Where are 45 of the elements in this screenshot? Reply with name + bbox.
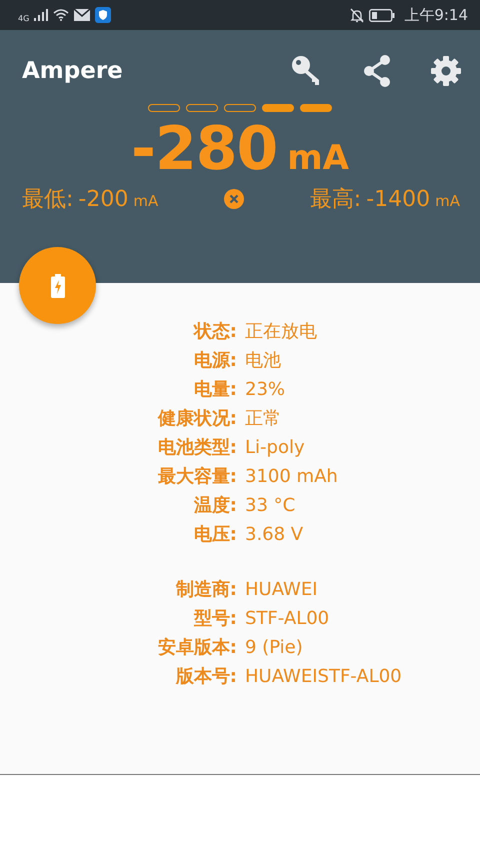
info-label: 健康状况: (156, 407, 237, 431)
info-value: 正常 (245, 407, 282, 431)
info-value: 9 (Pie) (245, 636, 304, 660)
info-value: Li-poly (245, 436, 306, 460)
shield-icon (95, 7, 112, 23)
info-value: STF-AL00 (245, 607, 330, 631)
info-label: 型号: (192, 607, 237, 631)
info-label: 安卓版本: (156, 636, 237, 660)
info-value: 23% (245, 378, 286, 402)
info-label: 电量: (192, 378, 237, 402)
max-unit: mA (435, 192, 460, 210)
bell-off-icon (350, 8, 364, 22)
settings-icon[interactable] (430, 55, 462, 87)
reset-icon[interactable] (223, 188, 245, 210)
info-label: 电源: (192, 349, 237, 373)
min-label: 最低: (22, 186, 74, 214)
min-value: -200 (78, 187, 128, 212)
min-unit: mA (133, 192, 158, 210)
info-label: 制造商: (174, 578, 237, 602)
signal-icon (34, 9, 48, 21)
current-value: -280 (131, 114, 278, 184)
info-value: 33 °C (245, 494, 296, 518)
info-value: 正在放电 (245, 320, 318, 344)
info-value: HUAWEI (245, 578, 319, 602)
mail-icon (74, 9, 90, 21)
info-label: 最大容量: (156, 465, 237, 489)
share-icon[interactable] (362, 55, 392, 87)
info-label: 版本号: (174, 665, 237, 689)
current-unit: mA (287, 138, 349, 178)
max-value: -1400 (366, 187, 430, 212)
app-title: Ampere (22, 58, 124, 84)
info-label: 状态: (192, 320, 237, 344)
info-value: HUAWEISTF-AL00 (245, 665, 403, 689)
battery-icon (369, 8, 396, 22)
info-value: 3100 mAh (245, 465, 339, 489)
info-value: 电池 (245, 349, 282, 373)
clock: 上午9:14 (404, 6, 468, 24)
network-type: 4G (18, 14, 30, 23)
info-label: 电压: (192, 523, 237, 547)
info-label: 温度: (192, 494, 237, 518)
battery-charging-icon (50, 274, 64, 298)
max-label: 最高: (310, 186, 362, 214)
wifi-icon (53, 9, 70, 21)
info-value: 3.68 V (245, 523, 304, 547)
info-label: 电池类型: (156, 436, 237, 460)
